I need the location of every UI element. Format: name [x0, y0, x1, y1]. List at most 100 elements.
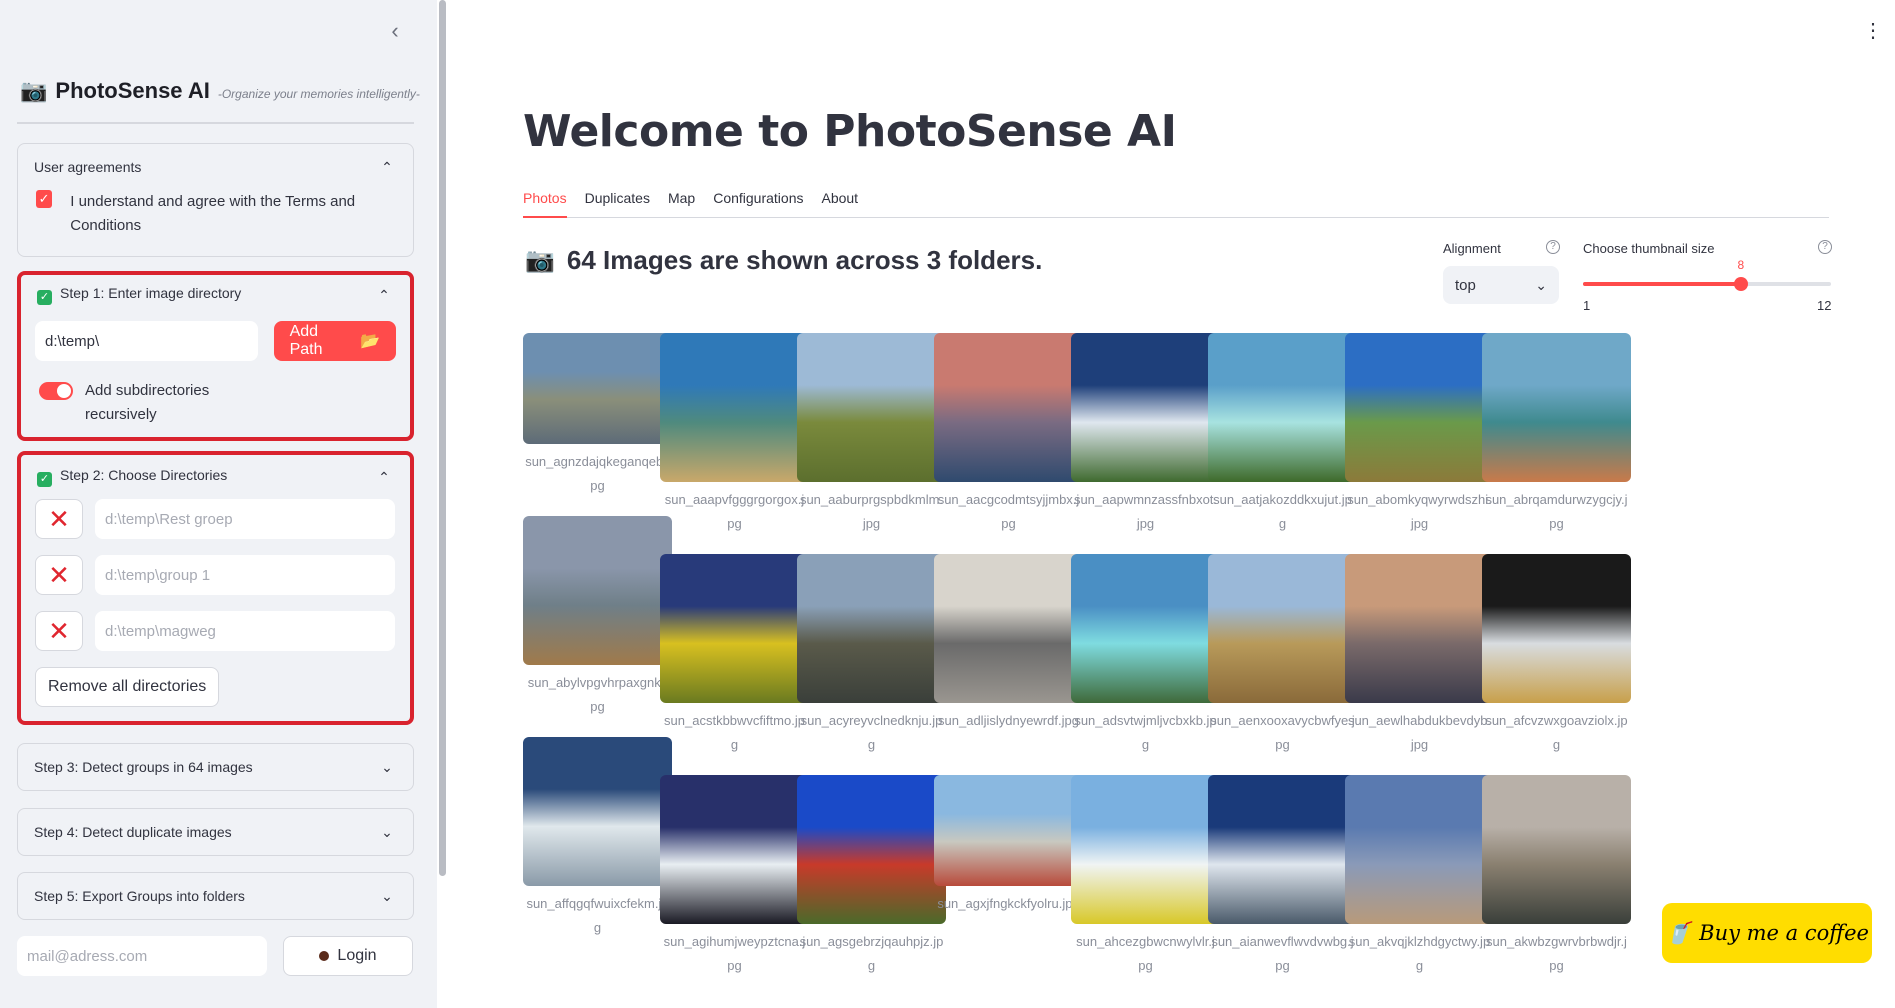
- step2-header[interactable]: ✓ Step 2: Choose Directories ⌃: [21, 455, 410, 499]
- help-icon[interactable]: ?: [1818, 240, 1832, 254]
- photo-thumbnail[interactable]: sun_aaapvfgggrgorgox.jpg: [660, 333, 809, 536]
- recursive-toggle[interactable]: [39, 382, 73, 400]
- user-agreements-title: User agreements: [34, 159, 142, 175]
- photo-thumbnail[interactable]: sun_acstkbbwvcfiftmo.jpg: [660, 554, 809, 757]
- photo-image[interactable]: [934, 775, 1083, 886]
- remove-directory-button[interactable]: ✕: [35, 555, 83, 595]
- directory-field[interactable]: d:\temp\Rest groep: [95, 499, 395, 539]
- step1-header[interactable]: ✓ Step 1: Enter image directory ⌃: [21, 275, 410, 315]
- chevron-down-icon: ⌄: [381, 758, 393, 775]
- agree-label: I understand and agree with the Terms an…: [70, 193, 356, 234]
- photo-image[interactable]: [1208, 775, 1357, 924]
- directory-field[interactable]: d:\temp\magweg: [95, 611, 395, 651]
- chevron-up-icon: ⌃: [378, 286, 390, 303]
- image-directory-input[interactable]: d:\temp\: [35, 321, 258, 361]
- photo-thumbnail[interactable]: sun_abomkyqwyrwdszhi.jpg: [1345, 333, 1494, 536]
- photo-thumbnail[interactable]: sun_adljislydnyewrdf.jpg: [934, 554, 1083, 733]
- photo-image[interactable]: [660, 554, 809, 703]
- photo-thumbnail[interactable]: sun_affqgqfwuixcfekm.jpg: [523, 737, 672, 940]
- photo-filename: sun_abomkyqwyrwdszhi.jpg: [1347, 492, 1492, 531]
- photo-thumbnail[interactable]: sun_akwbzgwrvbrbwdjr.jpg: [1482, 775, 1631, 978]
- photo-thumbnail[interactable]: sun_aaburprgspbdkmlm.jpg: [797, 333, 946, 536]
- brand-tagline: -Organize your memories intelligently-: [217, 87, 420, 101]
- recursive-toggle-label: Add subdirectories recursively: [85, 382, 210, 423]
- photo-filename: sun_aapwmnzassfnbxot.jpg: [1073, 492, 1218, 531]
- camera-icon: 📷: [20, 78, 48, 103]
- photo-thumbnail[interactable]: sun_aenxooxavycbwfye.jpg: [1208, 554, 1357, 757]
- photo-thumbnail[interactable]: sun_agsgebrzjqauhpjz.jpg: [797, 775, 946, 978]
- photo-thumbnail[interactable]: sun_acyreyvclnedknju.jpg: [797, 554, 946, 757]
- photo-filename: sun_agnzdajqkeganqeb.jpg: [525, 454, 670, 493]
- remove-directory-button[interactable]: ✕: [35, 499, 83, 539]
- photo-image[interactable]: [1208, 333, 1357, 482]
- login-button[interactable]: Login: [283, 936, 413, 976]
- photo-thumbnail[interactable]: sun_akvqjklzhdgyctwy.jpg: [1345, 775, 1494, 978]
- tab-photos[interactable]: Photos: [523, 186, 567, 218]
- photo-thumbnail[interactable]: sun_afcvzwxgoavziolx.jpg: [1482, 554, 1631, 757]
- photo-image[interactable]: [1482, 554, 1631, 703]
- step5-expander[interactable]: Step 5: Export Groups into folders ⌄: [17, 872, 414, 920]
- photo-image[interactable]: [934, 554, 1083, 703]
- brand-name: PhotoSense AI: [55, 78, 210, 103]
- photo-thumbnail[interactable]: sun_abylvpgvhrpaxgnk.jpg: [523, 516, 672, 719]
- directory-field[interactable]: d:\temp\group 1: [95, 555, 395, 595]
- photo-image[interactable]: [660, 333, 809, 482]
- collapse-sidebar-icon[interactable]: ‹: [384, 20, 406, 42]
- photo-thumbnail[interactable]: sun_abrqamdurwzygcjy.jpg: [1482, 333, 1631, 536]
- sidebar-scrollbar[interactable]: [439, 0, 446, 876]
- more-menu-icon[interactable]: ⋮: [1863, 18, 1883, 43]
- photo-image[interactable]: [934, 333, 1083, 482]
- photo-thumbnail[interactable]: sun_agihumjweypztcna.jpg: [660, 775, 809, 978]
- photo-image[interactable]: [1208, 554, 1357, 703]
- photo-thumbnail[interactable]: sun_aapwmnzassfnbxot.jpg: [1071, 333, 1220, 536]
- thumbnail-size-label: Choose thumbnail size: [1583, 241, 1715, 256]
- photo-image[interactable]: [1482, 333, 1631, 482]
- photo-image[interactable]: [1071, 554, 1220, 703]
- slider-min: 1: [1583, 298, 1591, 313]
- step1-expander: ✓ Step 1: Enter image directory ⌃ d:\temp…: [17, 271, 414, 441]
- photo-thumbnail[interactable]: sun_agnzdajqkeganqeb.jpg: [523, 333, 672, 498]
- email-field[interactable]: mail@adress.com: [17, 936, 267, 976]
- photo-image[interactable]: [523, 516, 672, 665]
- photo-image[interactable]: [1071, 775, 1220, 924]
- photo-image[interactable]: [1071, 333, 1220, 482]
- photo-thumbnail[interactable]: sun_aacgcodmtsyjjmbx.jpg: [934, 333, 1083, 536]
- tab-duplicates[interactable]: Duplicates: [585, 186, 650, 218]
- photo-image[interactable]: [1482, 775, 1631, 924]
- alignment-select[interactable]: top ⌄: [1443, 266, 1559, 304]
- agree-checkbox[interactable]: ✓: [36, 190, 53, 208]
- photo-thumbnail[interactable]: sun_aianwevflwvdvwbg.jpg: [1208, 775, 1357, 978]
- remove-directory-button[interactable]: ✕: [35, 611, 83, 651]
- photo-thumbnail[interactable]: sun_ahcezgbwcnwylvlr.jpg: [1071, 775, 1220, 978]
- photo-thumbnail[interactable]: sun_aewlhabdukbevdyb.jpg: [1345, 554, 1494, 757]
- photo-thumbnail[interactable]: sun_agxjfngkckfyolru.jpg: [934, 775, 1083, 916]
- tab-about[interactable]: About: [821, 186, 858, 218]
- photo-image[interactable]: [660, 775, 809, 924]
- alignment-label: Alignment: [1443, 241, 1501, 256]
- remove-all-directories-button[interactable]: Remove all directories: [35, 667, 220, 707]
- photo-thumbnail[interactable]: sun_aatjakozddkxujut.jpg: [1208, 333, 1357, 536]
- tab-map[interactable]: Map: [668, 186, 695, 218]
- thumbnail-size-slider[interactable]: 8: [1583, 258, 1831, 291]
- step4-expander[interactable]: Step 4: Detect duplicate images ⌄: [17, 808, 414, 856]
- slider-handle[interactable]: [1733, 277, 1748, 291]
- photo-image[interactable]: [1345, 775, 1494, 924]
- add-path-button[interactable]: Add Path 📂: [273, 321, 396, 361]
- photo-image[interactable]: [1345, 554, 1494, 703]
- buy-coffee-label: Buy me a coffee: [1699, 921, 1869, 945]
- photo-thumbnail[interactable]: sun_adsvtwjmljvcbxkb.jpg: [1071, 554, 1220, 757]
- help-icon[interactable]: ?: [1546, 240, 1560, 254]
- photo-image[interactable]: [797, 554, 946, 703]
- buy-coffee-button[interactable]: 🥤 Buy me a coffee: [1662, 903, 1872, 963]
- photo-image[interactable]: [797, 775, 946, 924]
- photo-image[interactable]: [523, 737, 672, 886]
- photo-image[interactable]: [1345, 333, 1494, 482]
- step3-title: Step 3: Detect groups in 64 images: [34, 759, 253, 775]
- photo-image[interactable]: [523, 333, 672, 444]
- tab-configurations[interactable]: Configurations: [713, 186, 803, 218]
- photo-image[interactable]: [797, 333, 946, 482]
- page-title: Welcome to PhotoSense AI: [523, 106, 1177, 157]
- step3-expander[interactable]: Step 3: Detect groups in 64 images ⌄: [17, 743, 414, 791]
- coffee-cup-icon: 🥤: [1664, 920, 1692, 945]
- user-agreements-header[interactable]: User agreements ⌃: [18, 144, 413, 190]
